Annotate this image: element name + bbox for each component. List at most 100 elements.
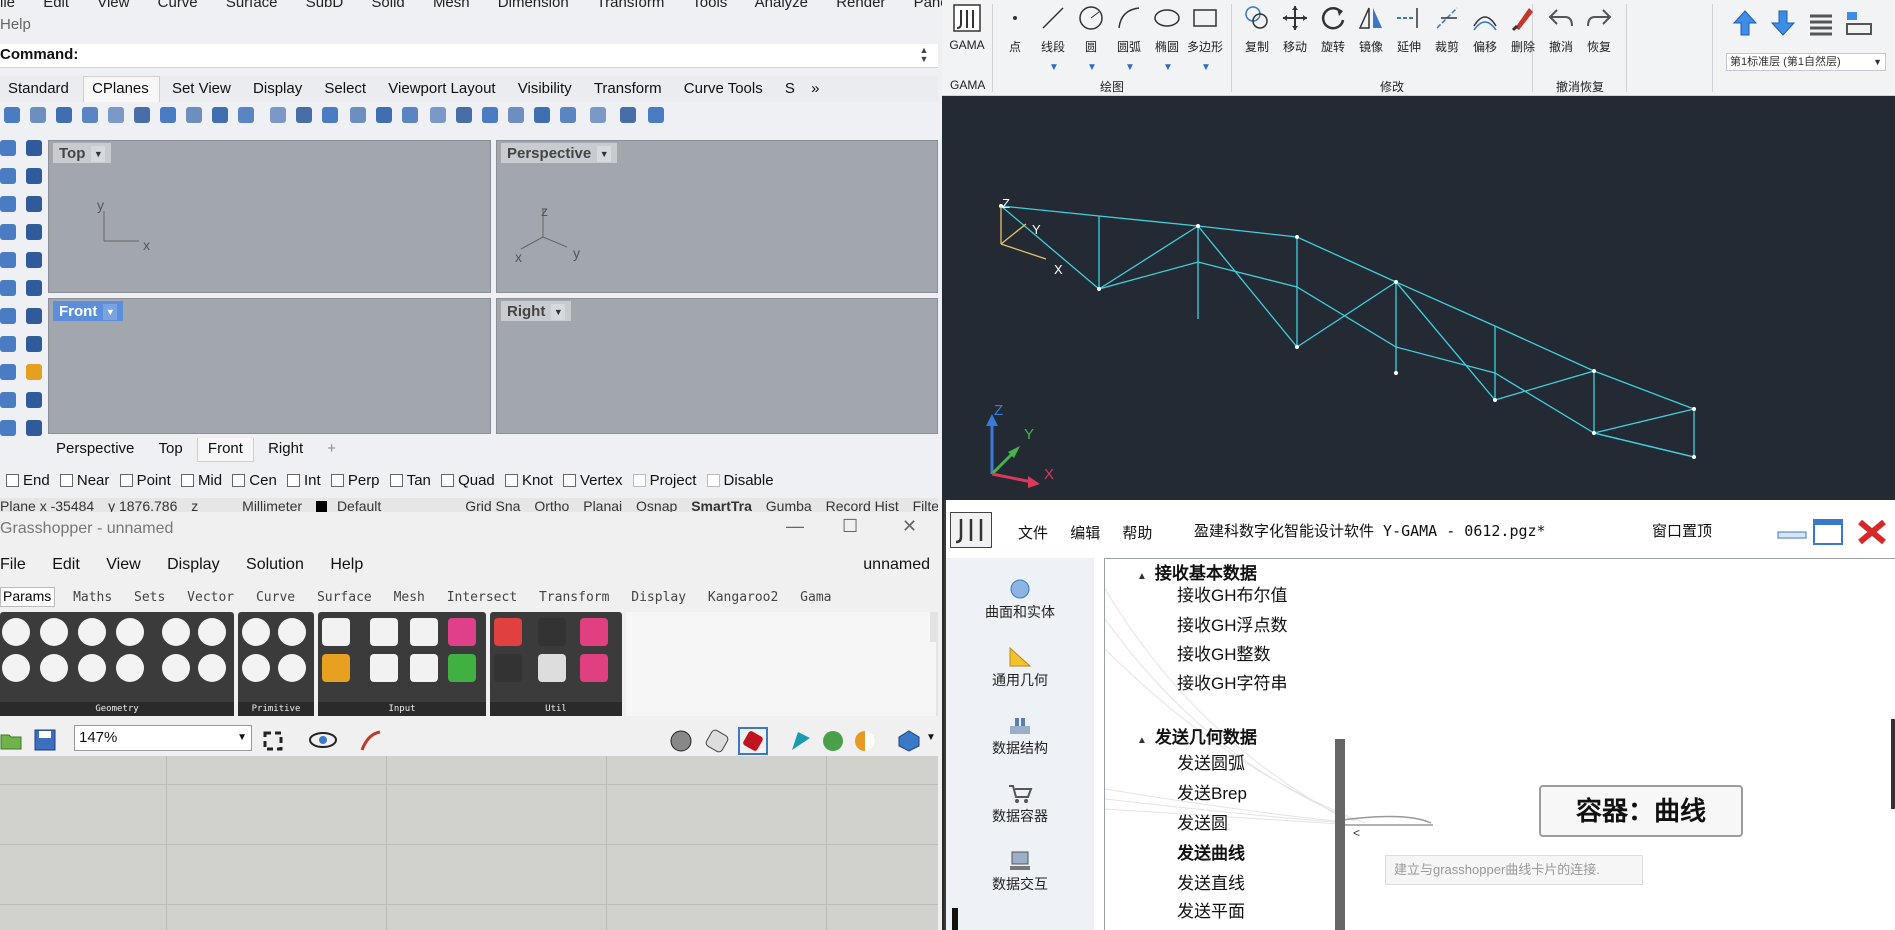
- draw-tool-icon[interactable]: [26, 364, 42, 380]
- gh-tab-mesh[interactable]: Mesh: [394, 590, 425, 605]
- gh-menu-solution[interactable]: Solution: [246, 556, 304, 573]
- status-layer[interactable]: Default: [315, 498, 391, 512]
- gh-tab-kangaroo2[interactable]: Kangaroo2: [708, 590, 778, 605]
- add-viewport-icon[interactable]: +: [317, 438, 346, 462]
- command-history-spinner[interactable]: ▲ ▼: [916, 46, 932, 66]
- component-icon[interactable]: [116, 618, 144, 646]
- cplane-tool-icon[interactable]: [270, 107, 286, 123]
- trim-button[interactable]: 裁剪: [1428, 4, 1466, 55]
- component-icon[interactable]: [242, 618, 270, 646]
- draw-tool-icon[interactable]: [26, 392, 42, 408]
- menu-tools[interactable]: Tools: [692, 0, 727, 11]
- draw-tool-icon[interactable]: [0, 140, 16, 156]
- draw-tool-icon[interactable]: [26, 140, 42, 156]
- cplane-tool-icon[interactable]: [456, 107, 472, 123]
- menu-help[interactable]: Help: [0, 16, 31, 33]
- cplane-tool-icon[interactable]: [350, 107, 366, 123]
- cplane-tool-icon[interactable]: [212, 107, 228, 123]
- view-tab-right[interactable]: Right: [258, 438, 313, 462]
- osnap-cen[interactable]: Cen: [226, 472, 277, 489]
- tabs-overflow-icon[interactable]: »: [809, 77, 821, 103]
- menu-surface[interactable]: Surface: [226, 0, 278, 11]
- preview-shaded-icon[interactable]: [668, 728, 694, 754]
- component-icon[interactable]: [494, 618, 522, 646]
- cplane-tool-icon[interactable]: [108, 107, 124, 123]
- collapse-triangle-icon[interactable]: ▲: [1137, 571, 1147, 582]
- sidebar-item-data-structure[interactable]: 数据结构: [946, 714, 1094, 758]
- draw-tool-icon[interactable]: [26, 336, 42, 352]
- move-button[interactable]: 移动: [1276, 4, 1314, 55]
- viewport-top-title[interactable]: Top ▼: [53, 143, 112, 163]
- chevron-down-icon[interactable]: ▼: [1163, 62, 1173, 73]
- tab-s[interactable]: S: [777, 77, 805, 103]
- viewport-perspective-title[interactable]: Perspective ▼: [501, 143, 618, 163]
- draw-tool-icon[interactable]: [0, 252, 16, 268]
- menu-analyze[interactable]: Analyze: [755, 0, 808, 11]
- tab-display[interactable]: Display: [245, 77, 312, 103]
- osnap-end[interactable]: End: [0, 472, 50, 489]
- viewport-front[interactable]: Front ▼: [48, 298, 491, 434]
- tab-viewport-layout[interactable]: Viewport Layout: [380, 77, 505, 103]
- chevron-down-icon[interactable]: ▼: [1125, 62, 1135, 73]
- component-icon[interactable]: [40, 618, 68, 646]
- cplane-tool-icon[interactable]: [648, 107, 664, 123]
- cplane-tool-icon[interactable]: [322, 107, 338, 123]
- gh-tab-display[interactable]: Display: [631, 590, 686, 605]
- point-button[interactable]: 点: [996, 4, 1034, 55]
- cplane-tool-icon[interactable]: [4, 107, 20, 123]
- osnap-vertex[interactable]: Vertex: [557, 472, 623, 489]
- layer-panel-icon[interactable]: [1844, 8, 1874, 38]
- view-tab-front[interactable]: Front: [196, 438, 254, 462]
- viewport-right[interactable]: Right ▼: [496, 298, 938, 434]
- menu-panels[interactable]: Panels: [914, 0, 942, 11]
- viewport-front-title[interactable]: Front ▼: [53, 301, 124, 321]
- zoom-extents-icon[interactable]: [260, 728, 286, 754]
- view-tab-top[interactable]: Top: [149, 438, 193, 462]
- menu-dimension[interactable]: Dimension: [498, 0, 569, 11]
- sidebar-item-surface-solid[interactable]: 曲面和实体: [946, 578, 1094, 622]
- osnap-project[interactable]: Project: [627, 472, 696, 489]
- chevron-down-icon[interactable]: ▼: [1201, 62, 1211, 73]
- sidebar-item-general-geometry[interactable]: 通用几何: [946, 646, 1094, 690]
- gh-menu-view[interactable]: View: [106, 556, 140, 573]
- osnap-mid[interactable]: Mid: [175, 472, 222, 489]
- preview-eye-icon[interactable]: [308, 730, 338, 750]
- cplane-tool-icon[interactable]: [296, 107, 312, 123]
- viewport-right-title[interactable]: Right ▼: [501, 301, 572, 321]
- grasshopper-canvas[interactable]: [0, 756, 938, 930]
- yg-menu-help[interactable]: 帮助: [1122, 525, 1152, 542]
- component-icon[interactable]: [370, 618, 398, 646]
- component-icon[interactable]: [580, 654, 608, 682]
- tab-curve-tools[interactable]: Curve Tools: [676, 77, 773, 103]
- component-icon[interactable]: [448, 618, 476, 646]
- tree-item-receive-bool[interactable]: 接收GH布尔值: [1177, 581, 1288, 606]
- viewport-top[interactable]: Top ▼ y x: [48, 140, 491, 293]
- command-bar[interactable]: Command: ▲ ▼: [0, 44, 938, 68]
- yg-menu-file[interactable]: 文件: [1018, 525, 1048, 542]
- gh-tab-params[interactable]: Params: [0, 587, 56, 607]
- draw-tool-icon[interactable]: [26, 420, 42, 436]
- cplane-tool-icon[interactable]: [160, 107, 176, 123]
- component-icon[interactable]: [278, 618, 306, 646]
- ygama-node-canvas[interactable]: < ▲ 接收基本数据 接收GH布尔值 接收GH浮点数 接收GH整数 接收GH字符串…: [1104, 558, 1895, 930]
- tree-item-send-brep[interactable]: 发送Brep: [1177, 779, 1247, 804]
- chevron-down-icon[interactable]: ▼: [103, 303, 118, 320]
- display-preview-icon[interactable]: [788, 728, 814, 754]
- display-solid-icon[interactable]: [896, 728, 922, 754]
- gh-menu-help[interactable]: Help: [330, 556, 363, 573]
- chevron-down-icon[interactable]: ▼: [1087, 62, 1097, 73]
- gama-3d-viewport[interactable]: Z Y X Z Y X: [942, 96, 1895, 500]
- tree-item-send-line[interactable]: 发送直线: [1177, 869, 1245, 894]
- draw-tool-icon[interactable]: [0, 196, 16, 212]
- component-icon[interactable]: [538, 654, 566, 682]
- layer-up-icon[interactable]: [1730, 8, 1760, 38]
- cplane-tool-icon[interactable]: [134, 107, 150, 123]
- draw-tool-icon[interactable]: [0, 168, 16, 184]
- tab-transform[interactable]: Transform: [586, 77, 672, 103]
- status-grid-snap[interactable]: Grid Sna: [465, 498, 520, 512]
- display-mesh-icon[interactable]: [820, 728, 846, 754]
- save-icon[interactable]: [34, 729, 56, 751]
- menu-render[interactable]: Render: [836, 0, 885, 11]
- circle-button[interactable]: 圆: [1072, 4, 1110, 55]
- maximize-icon[interactable]: [1812, 518, 1844, 546]
